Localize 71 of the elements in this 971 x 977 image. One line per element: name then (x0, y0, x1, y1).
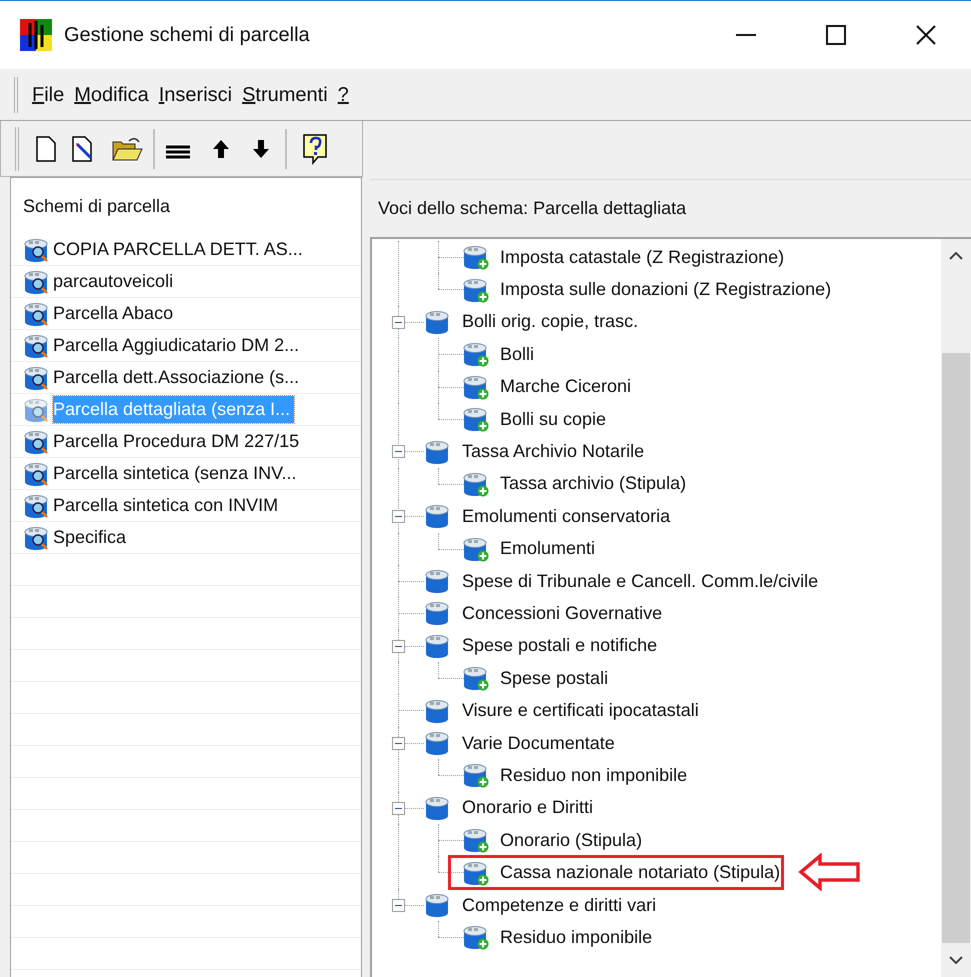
tree-item[interactable]: Residuo non imponibile (500, 762, 688, 789)
collapse-button[interactable] (392, 316, 405, 329)
tree-item[interactable]: Tassa Archivio Notarile (462, 438, 644, 466)
arrow-down-icon[interactable] (251, 138, 271, 160)
menu-item[interactable]: ? (334, 80, 353, 110)
collapse-button[interactable] (392, 736, 405, 750)
app-icon (20, 19, 52, 51)
database-add-icon (462, 536, 490, 562)
maximize-icon (826, 25, 846, 45)
collapse-button[interactable] (392, 802, 405, 815)
database-add-icon (462, 827, 490, 854)
list-item[interactable]: Parcella sintetica (senza INV... (53, 460, 296, 487)
tree-item[interactable]: Spese di Tribunale e Cancell. Comm.le/civile (462, 568, 818, 595)
database-add-icon (462, 244, 490, 270)
minimize-icon (736, 34, 756, 36)
tree-item[interactable]: Cassa nazionale notariato (Stipula) (500, 859, 780, 886)
list-item[interactable]: Parcella Aggiudicatario DM 2... (53, 332, 300, 359)
tree-item[interactable]: Bolli su copie (500, 406, 606, 433)
window-title: Gestione schemi di parcella (64, 23, 310, 48)
tree-item[interactable]: Emolumenti conservatoria (462, 502, 670, 530)
tree-item[interactable]: Bolli (500, 340, 534, 368)
tree-item[interactable]: Visure e certificati ipocatastali (462, 697, 699, 724)
tree-item[interactable]: Onorario e Diritti (462, 794, 594, 822)
tree-item[interactable]: Residuo imponibile (500, 924, 652, 951)
list-item[interactable]: Parcella dett.Associazione (s... (53, 364, 300, 391)
tree-item[interactable]: Marche Ciceroni (500, 373, 632, 400)
collapse-button[interactable] (392, 445, 405, 458)
collapse-button[interactable] (392, 640, 405, 653)
collapse-button[interactable] (392, 510, 405, 524)
help-icon[interactable] (301, 132, 329, 164)
chevron-down-icon (949, 956, 963, 964)
database-add-icon (462, 374, 490, 400)
database-add-icon (462, 665, 490, 692)
tree-item[interactable]: Varie Documentate (462, 730, 615, 757)
tree-item[interactable]: Spese postali e notifiche (462, 632, 658, 660)
tree-item[interactable]: Onorario (Stipula) (500, 826, 642, 854)
tree-item[interactable]: Imposta sulle donazioni (Z Registrazione) (500, 276, 832, 304)
tree-item[interactable]: Concessioni Governative (462, 600, 662, 627)
menu-item[interactable]: Modifica (70, 80, 153, 110)
list-item[interactable]: parcautoveicoli (53, 268, 174, 295)
tree-item[interactable]: Bolli orig. copie, trasc. (462, 308, 638, 336)
chevron-up-icon (949, 252, 963, 260)
arrow-icon (798, 853, 862, 892)
database-add-icon (462, 276, 490, 303)
menu-item[interactable]: Strumenti (238, 80, 332, 110)
tree-item[interactable]: Spese postali (500, 664, 608, 692)
list-item[interactable]: COPIA PARCELLA DETT. AS... (53, 236, 303, 263)
tree-item[interactable]: Competenze e diritti vari (462, 892, 656, 918)
menu-item[interactable]: File (28, 80, 68, 110)
tree-item[interactable]: Emolumenti (500, 535, 596, 562)
menu-item[interactable]: Inserisci (154, 80, 236, 110)
close-icon (916, 25, 936, 45)
list-item[interactable]: Specifica (53, 524, 126, 551)
panel-title: Voci dello schema: Parcella dettagliata (378, 197, 686, 220)
arrow-up-icon[interactable] (211, 138, 231, 160)
database-add-icon (462, 860, 490, 886)
list-item[interactable]: Parcella Procedura DM 227/15 (53, 428, 300, 455)
database-add-icon (462, 470, 490, 497)
folder-icon[interactable] (111, 136, 143, 162)
new-document-icon[interactable] (35, 136, 57, 162)
list-item[interactable]: Parcella sintetica con INVIM (53, 492, 278, 519)
list-item[interactable]: Parcella Abaco (53, 300, 174, 327)
tree-item[interactable]: Imposta catastale (Z Registrazione) (500, 244, 784, 271)
database-add-icon (462, 341, 490, 368)
database-add-icon (462, 406, 490, 432)
database-add-icon (462, 924, 490, 950)
tree-item[interactable]: Tassa archivio (Stipula) (500, 470, 686, 498)
panel-title: Schemi di parcella (22, 194, 172, 218)
database-add-icon (462, 762, 490, 788)
collapse-button[interactable] (392, 898, 405, 912)
scroll-thumb[interactable] (942, 353, 970, 943)
